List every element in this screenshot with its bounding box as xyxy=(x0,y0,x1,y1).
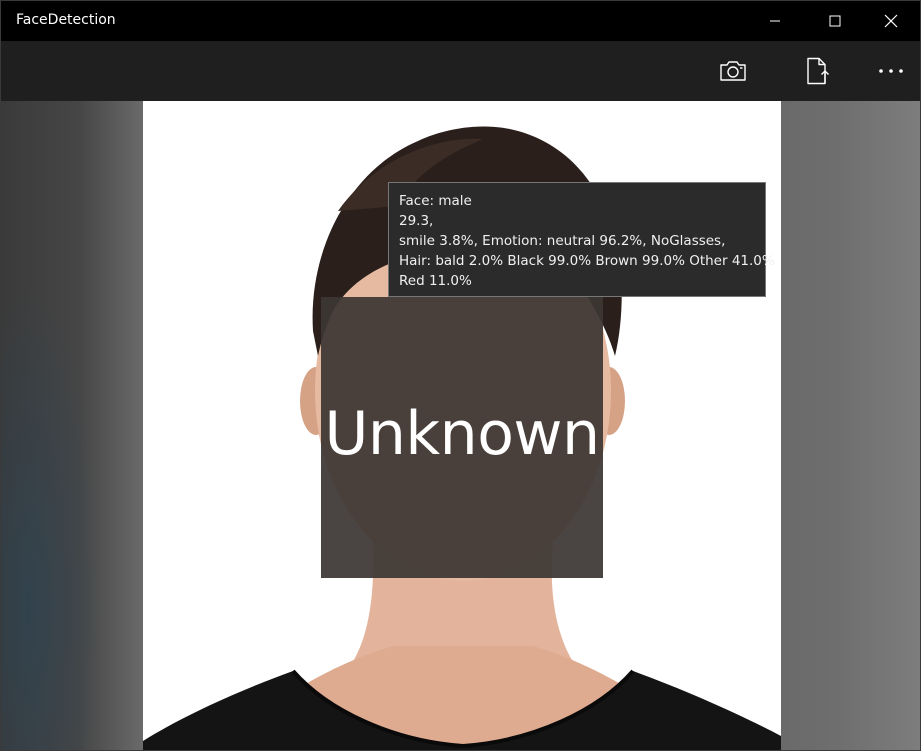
camera-button[interactable] xyxy=(703,41,763,101)
face-name-label: Unknown xyxy=(324,399,600,469)
tooltip-line-gender: Face: male xyxy=(399,193,472,209)
right-background-panel xyxy=(781,101,920,750)
camera-icon xyxy=(720,61,746,81)
maximize-button[interactable] xyxy=(812,1,858,41)
minimize-icon xyxy=(770,20,780,22)
left-background-panel xyxy=(1,101,143,750)
upload-file-button[interactable] xyxy=(788,41,848,101)
close-button[interactable] xyxy=(868,1,914,41)
close-icon xyxy=(884,14,898,28)
more-options-button[interactable] xyxy=(861,41,920,101)
upload-file-icon xyxy=(807,57,829,85)
face-attributes-tooltip: Face: male 29.3, smile 3.8%, Emotion: ne… xyxy=(388,182,775,297)
tooltip-line-hair-red: Red 11.0% xyxy=(399,273,472,289)
maximize-icon xyxy=(829,15,841,27)
more-icon xyxy=(879,69,903,73)
app-title: FaceDetection xyxy=(16,12,116,28)
tooltip-line-emotion: smile 3.8%, Emotion: neutral 96.2%, NoGl… xyxy=(399,233,726,249)
command-bar xyxy=(1,41,920,101)
face-detection-box[interactable]: Unknown xyxy=(321,297,603,578)
tooltip-line-hair: Hair: bald 2.0% Black 99.0% Brown 99.0% … xyxy=(399,253,775,269)
minimize-button[interactable] xyxy=(752,1,798,41)
app-window: FaceDetection Unknown Face: male 29.3, s… xyxy=(0,0,921,751)
tooltip-line-age: 29.3, xyxy=(399,213,434,229)
title-bar[interactable]: FaceDetection xyxy=(1,1,920,41)
